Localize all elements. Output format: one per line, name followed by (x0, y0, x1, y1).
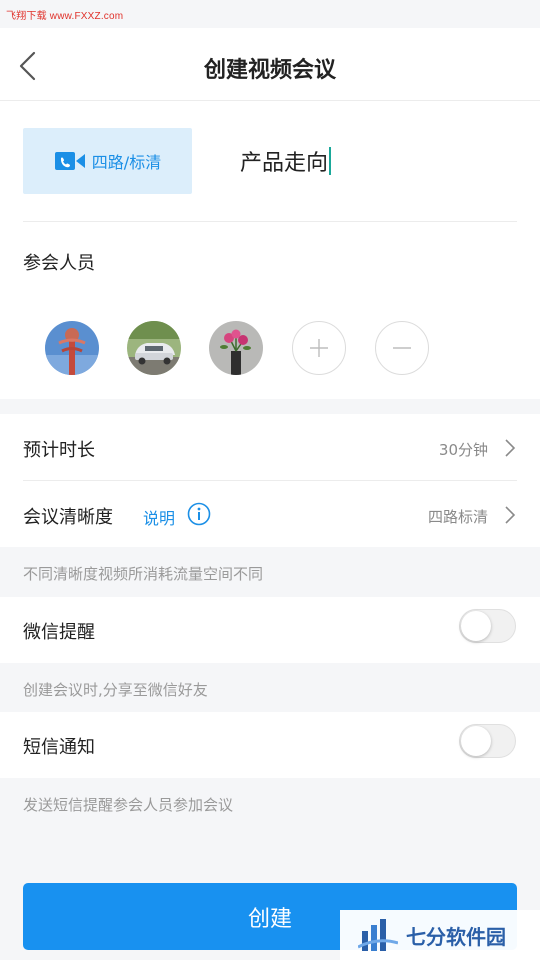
clarity-explain-link[interactable]: 说明 (143, 505, 175, 529)
duration-row[interactable]: 预计时长 30分钟 (0, 414, 540, 480)
clarity-value: 四路标清 (427, 508, 488, 526)
meeting-setup-card: 四路/标清 产品走向 参会人员 (0, 101, 540, 399)
watermark-text: 飞翔下载 www.FXXZ.com (6, 11, 124, 22)
participant-avatar[interactable] (209, 321, 263, 375)
duration-label: 预计时长 (23, 440, 95, 461)
plus-icon (310, 339, 328, 357)
minus-icon (393, 347, 411, 349)
video-camera-icon (54, 152, 85, 170)
meeting-name-input[interactable]: 产品走向 (240, 145, 332, 177)
add-participant-button[interactable] (292, 321, 346, 375)
brand-watermark: 七分软件园 (340, 910, 540, 960)
participant-avatar[interactable] (45, 321, 99, 375)
clarity-label: 会议清晰度 (23, 507, 113, 528)
sms-notify-row: 短信通知 (0, 712, 540, 778)
divider (23, 221, 517, 222)
chevron-right-icon (505, 506, 516, 524)
remove-participant-button[interactable] (375, 321, 429, 375)
sms-hint-text: 发送短信提醒参会人员参加会议 (23, 796, 234, 814)
sms-notify-toggle[interactable] (459, 724, 516, 758)
wechat-reminder-row: 微信提醒 (0, 597, 540, 663)
page-title: 创建视频会议 (203, 58, 336, 83)
meeting-mode-button[interactable]: 四路/标清 (23, 128, 192, 194)
settings-group: 预计时长 30分钟 会议清晰度 说明 四路标清 (0, 414, 540, 547)
info-circle-icon[interactable] (187, 502, 211, 526)
toggle-knob (461, 611, 491, 641)
duration-value: 30分钟 (438, 441, 488, 459)
sms-notify-label: 短信通知 (23, 737, 95, 758)
participants-label: 参会人员 (23, 253, 95, 274)
participant-avatar[interactable] (127, 321, 181, 375)
meeting-name-text: 产品走向 (240, 151, 329, 176)
header-bar: 创建视频会议 (0, 28, 540, 101)
clarity-hint-text: 不同清晰度视频所消耗流量空间不同 (23, 565, 264, 583)
wechat-reminder-toggle[interactable] (459, 609, 516, 643)
meeting-mode-label: 四路/标清 (91, 153, 162, 172)
chevron-right-icon (505, 439, 516, 457)
clarity-row[interactable]: 会议清晰度 说明 四路标清 (0, 481, 540, 547)
brand-logo-icon (358, 919, 398, 951)
toggle-knob (461, 726, 491, 756)
text-cursor (329, 147, 332, 175)
brand-watermark-text: 七分软件园 (406, 924, 506, 949)
wechat-reminder-label: 微信提醒 (23, 622, 95, 643)
wechat-hint-text: 创建会议时,分享至微信好友 (23, 681, 208, 699)
